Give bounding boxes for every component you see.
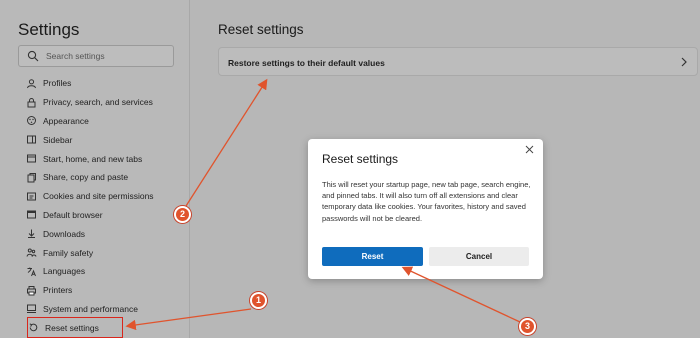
reset-button[interactable]: Reset <box>322 247 423 266</box>
sidebar-item-label: Languages <box>43 266 86 277</box>
sidebar-item-family-safety[interactable]: Family safety <box>26 243 186 262</box>
dialog-message: This will reset your startup page, new t… <box>322 180 531 223</box>
search-settings-input[interactable]: Search settings <box>18 45 174 67</box>
sidebar-item-languages[interactable]: Languages <box>26 262 186 281</box>
sidebar-item-label: Reset settings <box>45 322 99 333</box>
sidebar-item-downloads[interactable]: Downloads <box>26 224 186 243</box>
sidebar-item-appearance[interactable]: Appearance <box>26 112 186 131</box>
settings-sidebar: Settings Search settings Profiles Privac… <box>0 0 190 338</box>
sidebar-item-share[interactable]: Share, copy and paste <box>26 168 186 187</box>
close-icon[interactable] <box>525 145 534 154</box>
cookie-icon <box>26 191 37 202</box>
sidebar-item-reset-settings[interactable]: Reset settings <box>27 317 123 338</box>
restore-defaults-label: Restore settings to their default values <box>228 58 385 68</box>
sidebar-item-profiles[interactable]: Profiles <box>26 74 186 93</box>
cancel-button[interactable]: Cancel <box>429 247 529 266</box>
chevron-right-icon <box>681 57 687 67</box>
search-placeholder: Search settings <box>46 51 105 61</box>
appearance-icon <box>26 115 37 126</box>
sidebar-title: Settings <box>18 20 80 39</box>
dialog-title: Reset settings <box>322 152 399 166</box>
annotation-marker-2: 2 <box>174 206 191 223</box>
page-title: Reset settings <box>218 22 304 37</box>
sidebar-item-default-browser[interactable]: Default browser <box>26 206 186 225</box>
system-icon <box>26 303 37 314</box>
sidebar-item-label: Family safety <box>43 247 94 258</box>
sidebar-item-label: Printers <box>43 285 73 296</box>
sidebar-item-cookies[interactable]: Cookies and site permissions <box>26 187 186 206</box>
annotation-marker-3: 3 <box>519 318 536 335</box>
sidebar-item-label: System and performance <box>43 303 138 314</box>
home-icon <box>26 153 37 164</box>
sidebar-item-privacy[interactable]: Privacy, search, and services <box>26 93 186 112</box>
download-icon <box>26 228 37 239</box>
language-icon <box>26 266 37 277</box>
restore-defaults-row[interactable]: Restore settings to their default values <box>218 47 698 76</box>
search-icon <box>27 50 39 62</box>
sidebar-nav: Profiles Privacy, search, and services A… <box>26 74 186 338</box>
share-icon <box>26 172 37 183</box>
printer-icon <box>26 285 37 296</box>
sidebar-item-printers[interactable]: Printers <box>26 281 186 300</box>
sidebar-item-label: Sidebar <box>43 134 73 145</box>
reset-icon <box>28 322 39 333</box>
profile-icon <box>26 78 37 89</box>
lock-icon <box>26 97 37 108</box>
sidebar-item-system[interactable]: System and performance <box>26 300 186 319</box>
sidebar-item-label: Appearance <box>43 115 89 126</box>
sidebar-item-label: Privacy, search, and services <box>43 97 153 108</box>
sidebar-item-label: Share, copy and paste <box>43 172 129 183</box>
sidebar-icon <box>26 134 37 145</box>
sidebar-item-label: Default browser <box>43 209 103 220</box>
family-icon <box>26 247 37 258</box>
sidebar-item-label: Downloads <box>43 228 86 239</box>
sidebar-item-label: Profiles <box>43 78 72 89</box>
sidebar-item-start-home[interactable]: Start, home, and new tabs <box>26 149 186 168</box>
sidebar-item-label: Start, home, and new tabs <box>43 153 143 164</box>
browser-icon <box>26 209 37 220</box>
arrow-2 <box>185 78 268 207</box>
sidebar-item-label: Cookies and site permissions <box>43 191 154 202</box>
sidebar-item-sidebar[interactable]: Sidebar <box>26 130 186 149</box>
annotation-marker-1: 1 <box>250 292 267 309</box>
